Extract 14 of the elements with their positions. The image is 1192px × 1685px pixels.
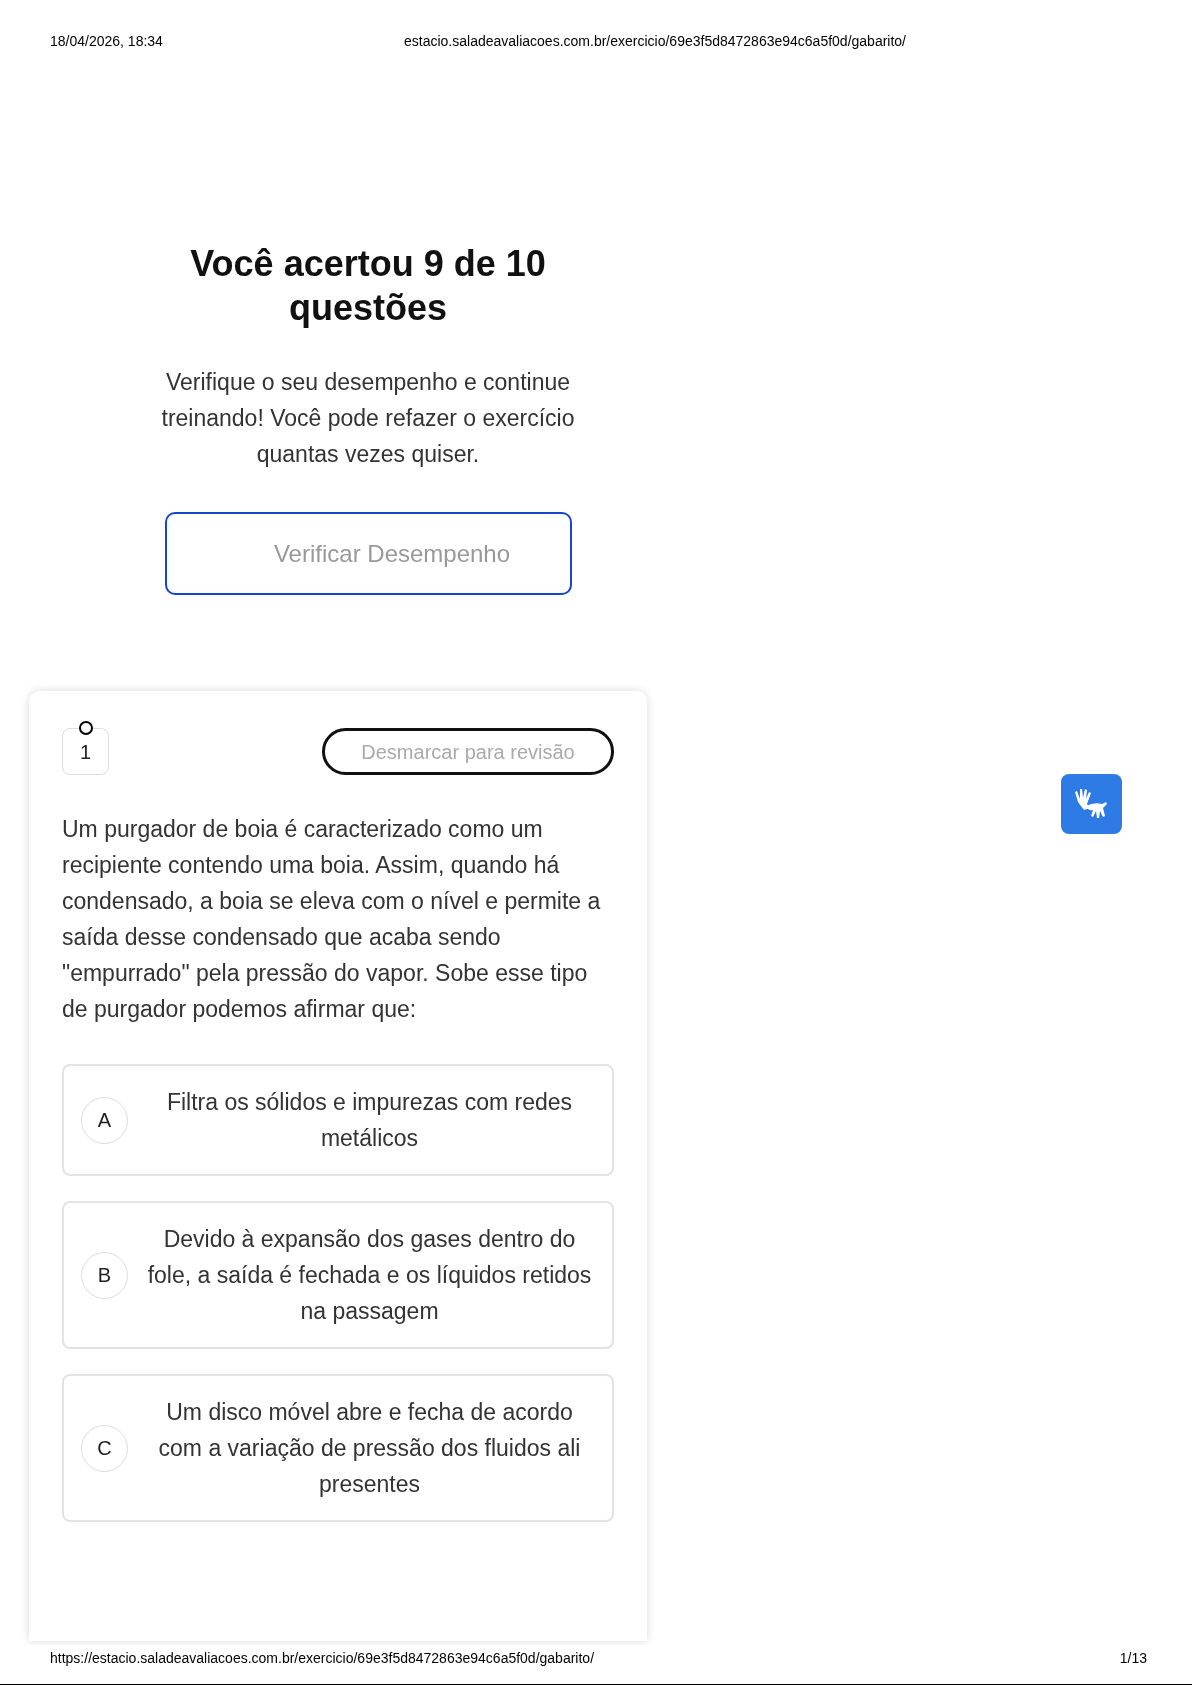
page-number: 1/13 xyxy=(1119,1649,1147,1668)
answer-option[interactable]: A Filtra os sólidos e impurezas com redes metálicos xyxy=(62,1064,614,1176)
option-text: Devido à expansão dos gases dentro do fole, a saída é fechada e os líquidos retidos na passagem xyxy=(146,1225,593,1326)
result-title: Você acertou 9 de 10 questões xyxy=(189,242,547,330)
answer-option[interactable]: B Devido à expansão dos gases dentro do fole, a saída é fechada e os líquidos retidos na passagem xyxy=(62,1201,614,1349)
print-date: 18/04/2026, 18:34 xyxy=(50,32,164,51)
option-text: Um disco móvel abre e fecha de acordo com a variação de pressão dos fluidos ali presentes xyxy=(157,1398,582,1499)
page-url: https://estacio.saladeavaliacoes.com.br/exercicio/69e3f5d8472863e94c6a5f0d/gabarito/ xyxy=(50,1649,595,1668)
sign-language-icon[interactable] xyxy=(1061,774,1122,834)
option-text: Filtra os sólidos e impurezas com redes metálicos xyxy=(165,1088,574,1153)
page-url: estacio.saladeavaliacoes.com.br/exercicio/69e3f5d8472863e94c6a5f0d/gabarito/ xyxy=(404,32,906,51)
result-message: Verifique o seu desempenho e continue treinando! Você pode refazer o exercício quantas vezes quiser. xyxy=(160,368,576,469)
question-text: Um purgador de boia é caracterizado como um recipiente contendo uma boia. Assim, quando há condensado, a boia se eleva com o nível e permite a saída desse condensado que acaba sendo "empurrado" pela pressão do vapor. Sobe esse tipo de purgador podemos afirmar que: xyxy=(62,815,602,1024)
answer-option[interactable]: C Um disco móvel abre e fecha de acordo com a variação de pressão dos fluidos ali presentes xyxy=(62,1374,614,1522)
